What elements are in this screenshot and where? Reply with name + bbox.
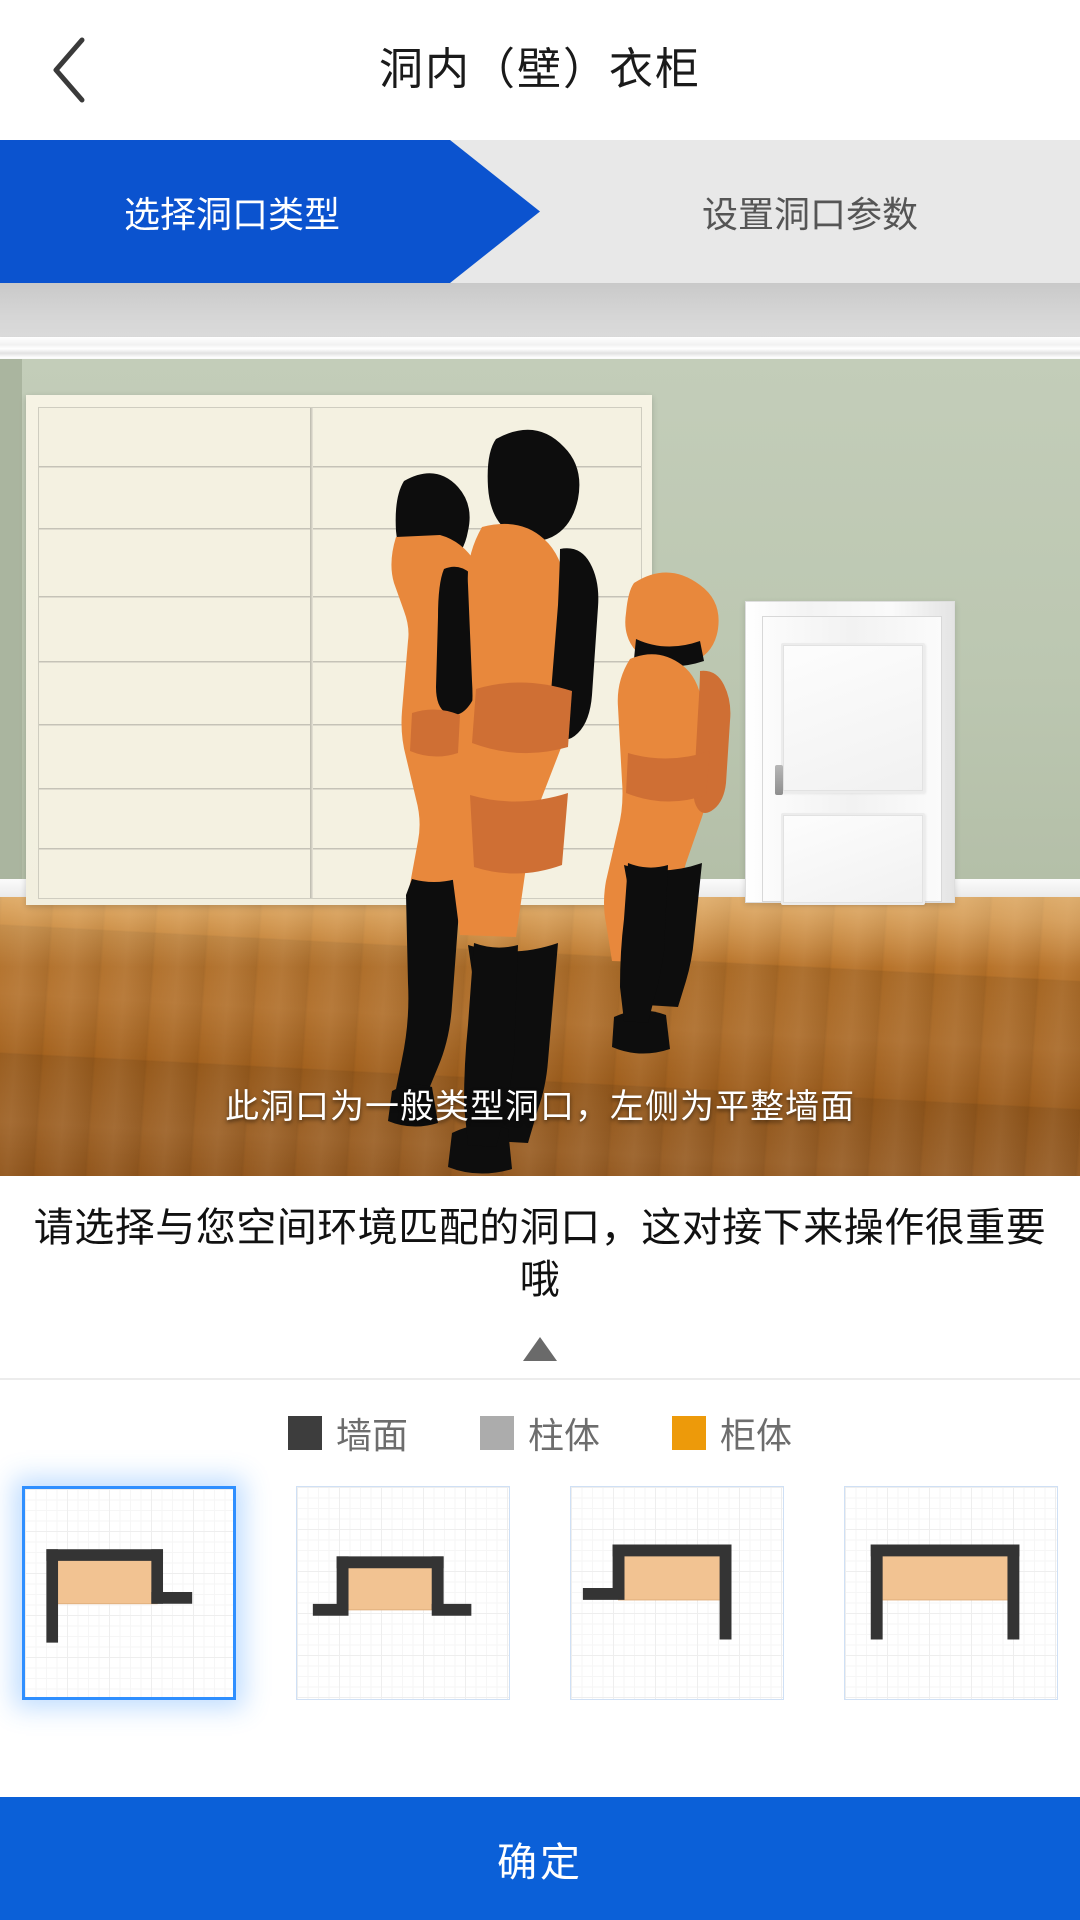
legend-label-wall: 墙面	[335, 1415, 408, 1456]
legend-item-wall: 墙面	[287, 1407, 408, 1459]
app-header: 洞内（壁）衣柜	[0, 0, 1080, 140]
family-silhouettes	[388, 429, 731, 1174]
scene-caption: 此洞口为一般类型洞口，左侧为平整墙面	[225, 1088, 855, 1126]
opening-diagram-3	[582, 1544, 732, 1640]
opening-type-options	[0, 1486, 1080, 1700]
legend-item-pillar: 柱体	[479, 1407, 600, 1459]
opening-diagram-2	[312, 1556, 472, 1616]
opening-diagram-1	[46, 1549, 193, 1643]
confirm-button-label: 确定	[497, 1840, 583, 1885]
instruction-text: 请选择与您空间环境匹配的洞口，这对接下来操作很重要哦	[33, 1206, 1047, 1302]
collapse-toggle[interactable]	[0, 1320, 1080, 1378]
chevron-left-icon	[48, 34, 92, 106]
legend-swatch-cabinet	[672, 1416, 706, 1450]
page-title: 洞内（壁）衣柜	[379, 45, 701, 94]
confirm-button[interactable]: 确定	[0, 1797, 1080, 1920]
tab-set-opening-params-label: 设置洞口参数	[701, 193, 918, 235]
legend: 墙面 柱体 柜体	[0, 1380, 1080, 1486]
opening-option-4[interactable]	[844, 1486, 1058, 1700]
legend-item-cabinet: 柜体	[672, 1407, 792, 1459]
silhouette-child	[604, 572, 731, 1054]
opening-option-3[interactable]	[570, 1486, 784, 1700]
opening-option-2[interactable]	[296, 1486, 510, 1700]
legend-label-pillar: 柱体	[527, 1415, 600, 1456]
legend-swatch-wall	[287, 1416, 322, 1450]
silhouette-man	[448, 429, 599, 1174]
triangle-up-icon	[523, 1337, 557, 1361]
back-button[interactable]	[30, 30, 110, 110]
room-preview-image: 此洞口为一般类型洞口，左侧为平整墙面	[0, 283, 1080, 1176]
legend-swatch-pillar	[479, 1416, 514, 1450]
opening-option-1[interactable]	[22, 1486, 236, 1700]
tab-select-opening-type[interactable]: 选择洞口类型	[0, 140, 540, 283]
legend-label-cabinet: 柜体	[720, 1415, 793, 1456]
opening-diagram-4	[870, 1544, 1020, 1640]
step-breadcrumb: 选择洞口类型 设置洞口参数	[0, 140, 1080, 283]
tab-select-opening-type-label: 选择洞口类型	[123, 193, 340, 235]
tab-set-opening-params[interactable]: 设置洞口参数	[540, 140, 1080, 283]
